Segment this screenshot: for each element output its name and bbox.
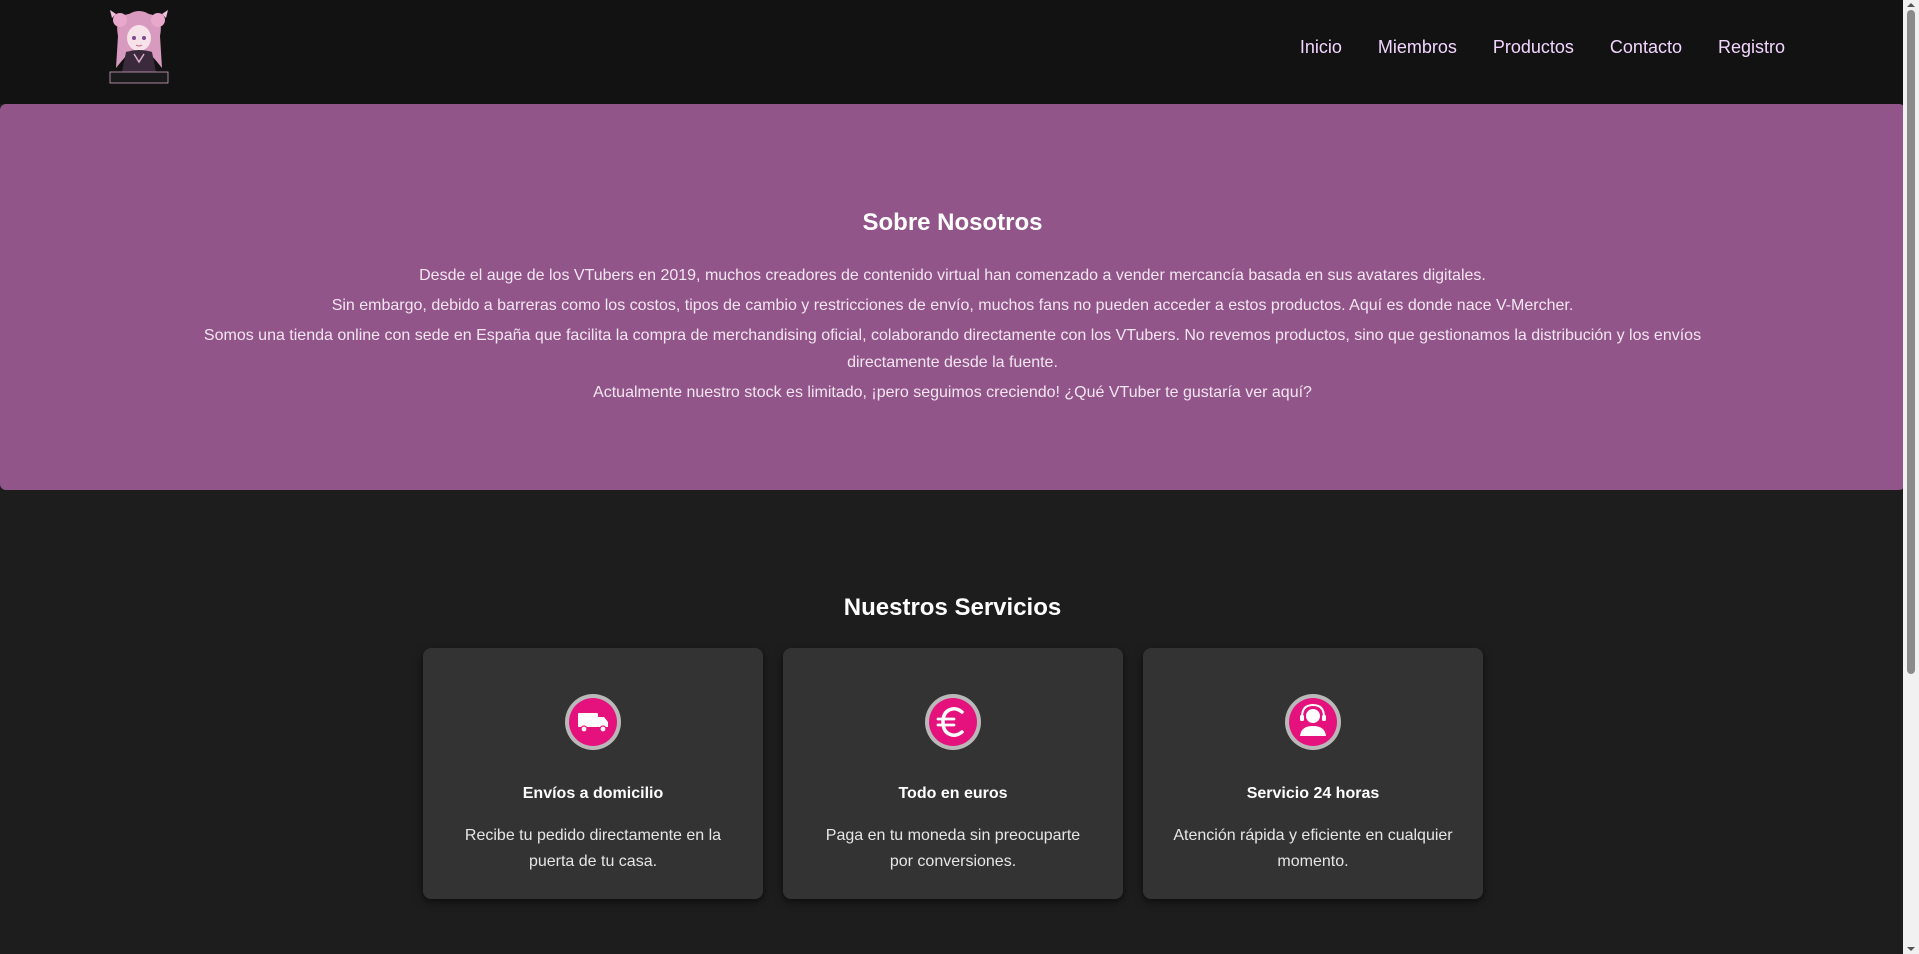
service-card-24h: Servicio 24 horas Atención rápida y efic… [1143, 648, 1483, 899]
service-desc: Recibe tu pedido directamente en la puer… [464, 827, 722, 870]
euro-icon [925, 694, 981, 750]
main-nav: Inicio Miembros Productos Contacto Regis… [1300, 37, 1785, 58]
nav-link-productos[interactable]: Productos [1493, 37, 1574, 58]
about-section: Sobre Nosotros Desde el auge de los VTub… [0, 104, 1905, 490]
service-desc: Paga en tu moneda sin preocuparte por co… [825, 827, 1081, 870]
scrollbar-thumb[interactable] [1907, 10, 1915, 674]
nav-link-miembros[interactable]: Miembros [1378, 37, 1457, 58]
site-header: Inicio Miembros Productos Contacto Regis… [0, 0, 1903, 104]
service-title: Servicio 24 horas [1246, 785, 1380, 802]
about-paragraph: Desde el auge de los VTubers en 2019, mu… [419, 267, 1486, 284]
about-paragraph: Actualmente nuestro stock es limitado, ¡… [593, 384, 1312, 401]
about-text: Desde el auge de los VTubers en 2019, mu… [195, 262, 1710, 409]
about-title: Sobre Nosotros [862, 209, 1043, 236]
page-scrollbar[interactable] [1903, 0, 1919, 954]
logo-mascot-icon [109, 10, 169, 84]
services-title: Nuestros Servicios [843, 594, 1062, 621]
service-card-euros: Todo en euros Paga en tu moneda sin preo… [783, 648, 1123, 899]
about-paragraph: Sin embargo, debido a barreras como los … [331, 297, 1574, 314]
scroll-down-arrow-icon[interactable] [1907, 947, 1915, 951]
support-agent-icon [1285, 694, 1341, 750]
nav-link-inicio[interactable]: Inicio [1300, 37, 1342, 58]
scroll-up-arrow-icon[interactable] [1907, 3, 1915, 7]
services-cards: Envíos a domicilio Recibe tu pedido dire… [423, 648, 1483, 899]
nav-link-contacto[interactable]: Contacto [1610, 37, 1682, 58]
service-desc: Atención rápida y eficiente en cualquier… [1173, 827, 1453, 870]
about-paragraph: Somos una tienda online con sede en Espa… [203, 327, 1702, 371]
page: Inicio Miembros Productos Contacto Regis… [0, 0, 1919, 954]
service-title: Envíos a domicilio [522, 785, 664, 802]
service-title: Todo en euros [898, 785, 1008, 802]
site-logo[interactable] [104, 6, 174, 88]
truck-icon [565, 694, 621, 750]
nav-link-registro[interactable]: Registro [1718, 37, 1785, 58]
service-card-envios: Envíos a domicilio Recibe tu pedido dire… [423, 648, 763, 899]
